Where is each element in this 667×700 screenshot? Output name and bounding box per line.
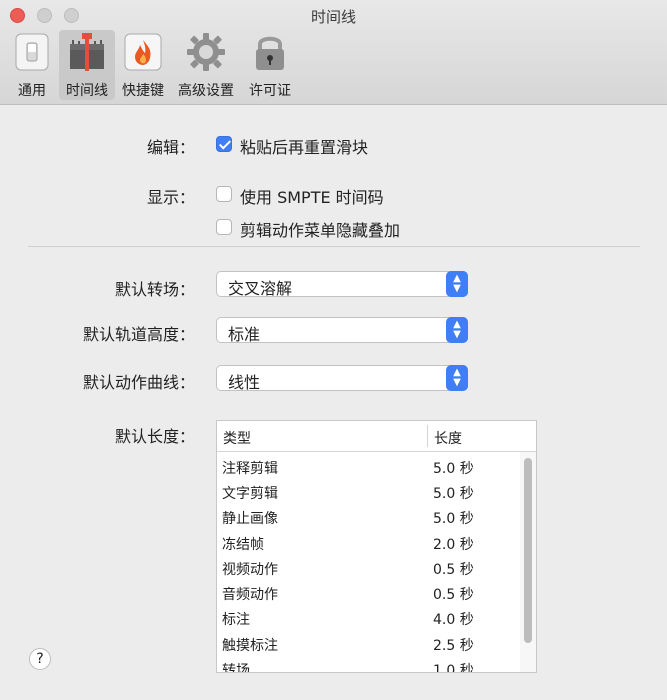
cell-length: 0.5 秒 [433,587,474,603]
table-row[interactable]: 注释剪辑 5.0 秒 [217,455,519,480]
section-divider [28,246,640,247]
lock-icon [248,30,292,74]
cell-type: 注释剪辑 [222,461,278,477]
default-length-label: 默认长度： [114,427,195,446]
cell-length: 5.0 秒 [433,461,474,477]
cell-length: 4.0 秒 [433,612,474,628]
chevron-updown-icon: ▲ ▼ [446,365,468,391]
table-header: 类型 长度 [217,421,536,452]
cell-type: 视频动作 [222,562,278,578]
tab-general[interactable]: 通用 [10,30,54,100]
default-track-height-value: 标准 [228,325,261,344]
table-row[interactable]: 标注 4.0 秒 [217,606,519,631]
gear-icon [184,30,228,74]
table-row[interactable]: 触摸标注 2.5 秒 [217,632,519,657]
help-button[interactable]: ? [29,648,51,670]
cell-length: 2.0 秒 [433,537,474,553]
timeline-icon [65,30,109,74]
tab-timeline-label: 时间线 [66,83,108,99]
use-smpte-label: 使用 SMPTE 时间码 [240,188,384,207]
default-length-table[interactable]: 类型 长度 注释剪辑 5.0 秒 文字剪辑 5.0 秒 静止画像 5.0 秒 冻… [216,420,537,673]
table-row[interactable]: 视频动作 0.5 秒 [217,556,519,581]
column-header-length[interactable]: 长度 [434,428,462,448]
cell-length: 5.0 秒 [433,486,474,502]
cell-type: 音频动作 [222,587,278,603]
cell-type: 触摸标注 [222,638,278,654]
cell-type: 静止画像 [222,511,278,527]
cell-length: 1.0 秒 [433,663,474,673]
table-row[interactable]: 转场 1.0 秒 [217,657,519,673]
cell-type: 转场 [222,663,250,673]
cell-type: 文字剪辑 [222,486,278,502]
default-motion-curve-label: 默认动作曲线： [82,373,195,392]
default-motion-curve-select[interactable]: 线性 ▲ ▼ [216,365,468,392]
default-transition-label: 默认转场： [114,280,195,299]
tab-advanced-label: 高级设置 [178,83,234,99]
column-header-type[interactable]: 类型 [223,428,251,448]
default-track-height-select[interactable]: 标准 ▲ ▼ [216,317,468,344]
default-transition-value: 交叉溶解 [228,279,293,298]
table-row[interactable]: 静止画像 5.0 秒 [217,505,519,530]
hide-overlay-checkbox[interactable] [216,219,232,235]
flame-icon [121,30,165,74]
toolbar: 时间线 通用 时间线 快捷键 高级设置 许可证 [0,0,667,105]
default-track-height-label: 默认轨道高度： [82,325,195,344]
column-separator [427,425,428,447]
paste-reset-slider-checkbox[interactable] [216,136,232,152]
paste-reset-slider-label: 粘贴后再重置滑块 [240,138,369,157]
display-label: 显示： [146,188,195,207]
table-row[interactable]: 文字剪辑 5.0 秒 [217,480,519,505]
window-title: 时间线 [310,8,356,26]
tab-shortcuts-label: 快捷键 [122,83,164,99]
preferences-window: 时间线 通用 时间线 快捷键 高级设置 许可证 编辑： 粘贴后再重置滑块 显示：… [0,0,667,700]
cell-type: 冻结帧 [222,537,264,553]
tab-license-label: 许可证 [249,83,291,99]
default-transition-select[interactable]: 交叉溶解 ▲ ▼ [216,271,468,298]
tab-shortcuts[interactable]: 快捷键 [119,30,167,100]
switch-icon [10,30,54,74]
cell-type: 标注 [222,612,250,628]
use-smpte-checkbox[interactable] [216,186,232,202]
editing-label: 编辑： [146,138,195,157]
tab-license[interactable]: 许可证 [246,30,294,100]
chevron-updown-icon: ▲ ▼ [446,317,468,343]
tab-general-label: 通用 [18,83,46,99]
cell-length: 5.0 秒 [433,511,474,527]
table-scrollbar-thumb[interactable] [524,458,532,643]
table-row[interactable]: 冻结帧 2.0 秒 [217,531,519,556]
table-row[interactable]: 音频动作 0.5 秒 [217,581,519,606]
chevron-updown-icon: ▲ ▼ [446,271,468,297]
hide-overlay-label: 剪辑动作菜单隐藏叠加 [240,221,401,240]
default-motion-curve-value: 线性 [228,373,261,392]
tab-advanced[interactable]: 高级设置 [177,30,235,100]
cell-length: 0.5 秒 [433,562,474,578]
tab-timeline[interactable]: 时间线 [59,30,115,100]
cell-length: 2.5 秒 [433,638,474,654]
preferences-content: 编辑： 粘贴后再重置滑块 显示： 使用 SMPTE 时间码 剪辑动作菜单隐藏叠加… [0,105,667,700]
